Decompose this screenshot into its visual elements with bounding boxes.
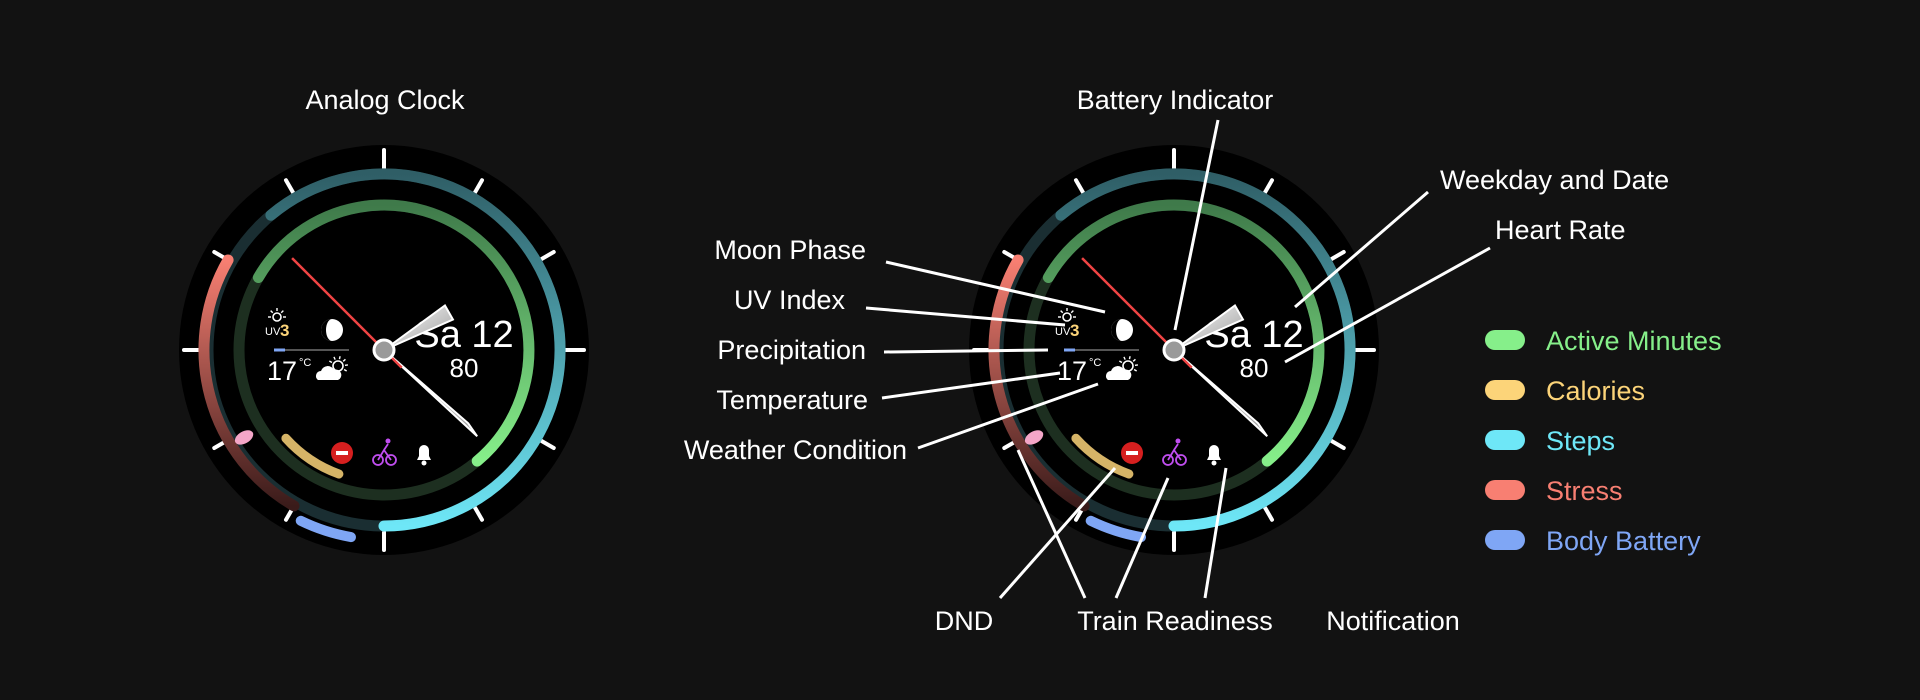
label-train-readiness: Train Readiness	[1077, 606, 1273, 636]
legend-label: Body Battery	[1546, 526, 1701, 556]
temperature-unit: °C	[1089, 357, 1101, 369]
label-notification: Notification	[1326, 606, 1460, 636]
legend-swatch	[1485, 330, 1525, 350]
label-heart-rate: Heart Rate	[1495, 215, 1626, 245]
legend-label: Steps	[1546, 426, 1615, 456]
temperature-value: 17	[1057, 356, 1087, 386]
uv-value: 3	[280, 321, 289, 340]
legend-label: Active Minutes	[1546, 326, 1722, 356]
dnd-icon	[1121, 442, 1143, 464]
label-moon-phase: Moon Phase	[714, 235, 866, 265]
legend-swatch	[1485, 480, 1525, 500]
uv-label: UV	[1055, 326, 1071, 338]
left-title: Analog Clock	[305, 85, 465, 115]
label-precipitation: Precipitation	[717, 335, 866, 365]
temperature-value: 17	[267, 356, 297, 386]
legend-swatch	[1485, 380, 1525, 400]
uv-label: UV	[265, 326, 281, 338]
hands-pivot	[372, 338, 396, 362]
label-battery-indicator: Battery Indicator	[1077, 85, 1274, 115]
uv-value: 3	[1070, 321, 1079, 340]
label-uv-index: UV Index	[734, 285, 846, 315]
label-temperature: Temperature	[716, 385, 868, 415]
label-dnd: DND	[935, 606, 994, 636]
label-weather-condition: Weather Condition	[684, 435, 907, 465]
legend-label: Stress	[1546, 476, 1623, 506]
heart-rate-value: 80	[1240, 353, 1269, 383]
moon-phase-icon	[321, 319, 343, 341]
temperature-unit: °C	[299, 357, 311, 369]
label-weekday-and-date: Weekday and Date	[1440, 165, 1669, 195]
precipitation-leader	[883, 348, 1049, 354]
watch-face-left: Sa 1280UV 317 °C	[179, 145, 589, 555]
hands-pivot	[1162, 338, 1186, 362]
heart-rate-value: 80	[450, 353, 479, 383]
legend-swatch	[1485, 530, 1525, 550]
diagram-canvas: Analog Clock Sa 1280UV 317 °C Sa 1280UV 317…	[179, 85, 1722, 636]
legend-label: Calories	[1546, 376, 1645, 406]
dnd-icon	[331, 442, 353, 464]
legend: Active Minutes Calories Steps Stress Body Ba…	[1485, 326, 1722, 556]
legend-swatch	[1485, 430, 1525, 450]
moon-phase-icon	[1111, 319, 1133, 341]
